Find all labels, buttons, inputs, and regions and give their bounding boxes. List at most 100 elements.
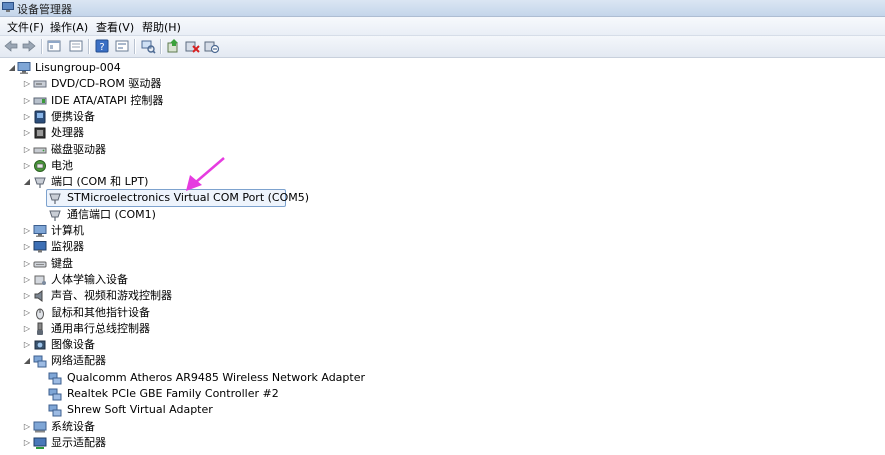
- window-title: 设备管理器: [17, 3, 72, 16]
- expand-icon[interactable]: ▷: [23, 125, 31, 141]
- tree-item-label: 磁盘驱动器: [51, 142, 106, 156]
- expand-icon[interactable]: ▷: [23, 305, 31, 321]
- tree-item[interactable]: ▷ 显示适配器: [0, 435, 885, 451]
- properties-icon[interactable]: [46, 38, 62, 54]
- expand-icon[interactable]: ▷: [23, 272, 31, 288]
- tree-item[interactable]: ▷ 鼠标和其他指针设备: [0, 305, 885, 321]
- tree-item-label: IDE ATA/ATAPI 控制器: [51, 93, 164, 107]
- menu-bar: 文件(F) 操作(A) 查看(V) 帮助(H): [0, 17, 885, 36]
- tree-item-label: 声音、视频和游戏控制器: [51, 289, 172, 303]
- tree-item-label: 显示适配器: [51, 435, 106, 449]
- tree-item-label: 计算机: [51, 224, 84, 237]
- tree-item-label: 便携设备: [51, 109, 95, 123]
- tree-item[interactable]: ◢ 网络适配器: [0, 353, 885, 369]
- tree-item-label: 系统设备: [51, 419, 95, 433]
- tree-item[interactable]: Realtek PCIe GBE Family Controller #2: [0, 386, 885, 402]
- network-icon: [48, 403, 62, 417]
- back-icon[interactable]: [3, 38, 19, 54]
- tree-item[interactable]: ◢ Lisungroup-004: [0, 60, 885, 76]
- toolbar: ?: [0, 36, 885, 58]
- port-icon: [48, 208, 62, 222]
- tree-item-label: Realtek PCIe GBE Family Controller #2: [67, 387, 279, 400]
- tree-item[interactable]: ▷ 键盘: [0, 256, 885, 272]
- expand-icon[interactable]: ▷: [23, 435, 31, 451]
- keyboard-icon: [33, 257, 47, 271]
- tree-item[interactable]: ▷ 人体学输入设备: [0, 272, 885, 288]
- tree-item[interactable]: ▷ DVD/CD-ROM 驱动器: [0, 76, 885, 92]
- disk-icon: [33, 143, 47, 157]
- tree-item[interactable]: STMicroelectronics Virtual COM Port (COM…: [0, 189, 885, 208]
- dvd-icon: [33, 77, 47, 91]
- sound-icon: [33, 289, 47, 303]
- tree-item[interactable]: Qualcomm Atheros AR9485 Wireless Network…: [0, 370, 885, 386]
- collapse-icon[interactable]: ◢: [23, 174, 31, 190]
- toolbar-separator: [160, 39, 161, 54]
- menu-file[interactable]: 文件(F): [7, 19, 44, 35]
- tree-item-label: 处理器: [51, 126, 84, 140]
- tree-item[interactable]: ▷ 计算机: [0, 223, 885, 239]
- expand-icon[interactable]: ▷: [23, 239, 31, 255]
- expand-icon[interactable]: ▷: [23, 256, 31, 272]
- title-bar: 设备管理器: [0, 0, 885, 17]
- menu-action[interactable]: 操作(A): [50, 19, 88, 35]
- update-driver-icon[interactable]: [165, 38, 181, 54]
- tree-item[interactable]: ▷ 声音、视频和游戏控制器: [0, 288, 885, 304]
- tree-item[interactable]: ▷ 监视器: [0, 239, 885, 255]
- tree-item[interactable]: 通信端口 (COM1): [0, 207, 885, 223]
- battery-icon: [33, 159, 47, 173]
- forward-icon[interactable]: [21, 38, 37, 54]
- portable-icon: [33, 110, 47, 124]
- tree-item-label: DVD/CD-ROM 驱动器: [51, 77, 162, 91]
- tree-item-label: 端口 (COM 和 LPT): [51, 175, 149, 189]
- collapse-icon[interactable]: ◢: [23, 353, 31, 369]
- tree-item[interactable]: ▷ 系统设备: [0, 419, 885, 435]
- tree-item[interactable]: ▷ 通用串行总线控制器: [0, 321, 885, 337]
- tree-item-label: 电池: [51, 158, 73, 172]
- toolbar-separator: [88, 39, 89, 54]
- collapse-icon[interactable]: ◢: [8, 60, 16, 76]
- monitor-icon: [33, 240, 47, 254]
- svg-text:?: ?: [99, 42, 104, 53]
- expand-icon[interactable]: ▷: [23, 223, 31, 239]
- tree-item-label: 鼠标和其他指针设备: [51, 305, 150, 319]
- tree-item-label: 键盘: [51, 256, 73, 270]
- toolbar-separator: [41, 39, 42, 54]
- tree-item[interactable]: ▷ IDE ATA/ATAPI 控制器: [0, 93, 885, 109]
- tree-item[interactable]: ▷ 电池: [0, 158, 885, 174]
- system-icon: [33, 420, 47, 434]
- ide-icon: [33, 94, 47, 108]
- scan-hardware-icon[interactable]: [140, 38, 156, 54]
- tree-item[interactable]: ▷ 处理器: [0, 125, 885, 141]
- tree-item[interactable]: ▷ 便携设备: [0, 109, 885, 125]
- usb-icon: [33, 322, 47, 336]
- view-icon[interactable]: [68, 38, 84, 54]
- display-icon: [33, 436, 47, 450]
- expand-icon[interactable]: ▷: [23, 109, 31, 125]
- expand-icon[interactable]: ▷: [23, 158, 31, 174]
- expand-icon[interactable]: ▷: [23, 419, 31, 435]
- tree-item[interactable]: ▷ 图像设备: [0, 337, 885, 353]
- tree-item[interactable]: Shrew Soft Virtual Adapter: [0, 402, 885, 418]
- expand-icon[interactable]: ▷: [23, 337, 31, 353]
- help-icon[interactable]: ?: [94, 38, 110, 54]
- tree-item-label: Lisungroup-004: [35, 61, 121, 74]
- toggle-icon[interactable]: [114, 38, 130, 54]
- tree-item-label: Shrew Soft Virtual Adapter: [67, 403, 213, 417]
- expand-icon[interactable]: ▷: [23, 321, 31, 337]
- tree-item-label: 监视器: [51, 240, 84, 254]
- toolbar-separator: [134, 39, 135, 54]
- menu-help[interactable]: 帮助(H): [142, 19, 181, 35]
- device-tree[interactable]: ◢ Lisungroup-004 ▷ DVD/CD-ROM 驱动器 ▷ IDE ATA/A…: [0, 58, 885, 455]
- expand-icon[interactable]: ▷: [23, 93, 31, 109]
- disable-icon[interactable]: [203, 38, 219, 54]
- processor-icon: [33, 126, 47, 140]
- expand-icon[interactable]: ▷: [23, 288, 31, 304]
- uninstall-icon[interactable]: [184, 38, 200, 54]
- expand-icon[interactable]: ▷: [23, 76, 31, 92]
- tree-item-label: 通信端口 (COM1): [67, 207, 156, 221]
- menu-view[interactable]: 查看(V): [96, 19, 134, 35]
- tree-item[interactable]: ◢ 端口 (COM 和 LPT): [0, 174, 885, 190]
- mouse-icon: [33, 306, 47, 320]
- tree-item[interactable]: ▷ 磁盘驱动器: [0, 142, 885, 158]
- expand-icon[interactable]: ▷: [23, 142, 31, 158]
